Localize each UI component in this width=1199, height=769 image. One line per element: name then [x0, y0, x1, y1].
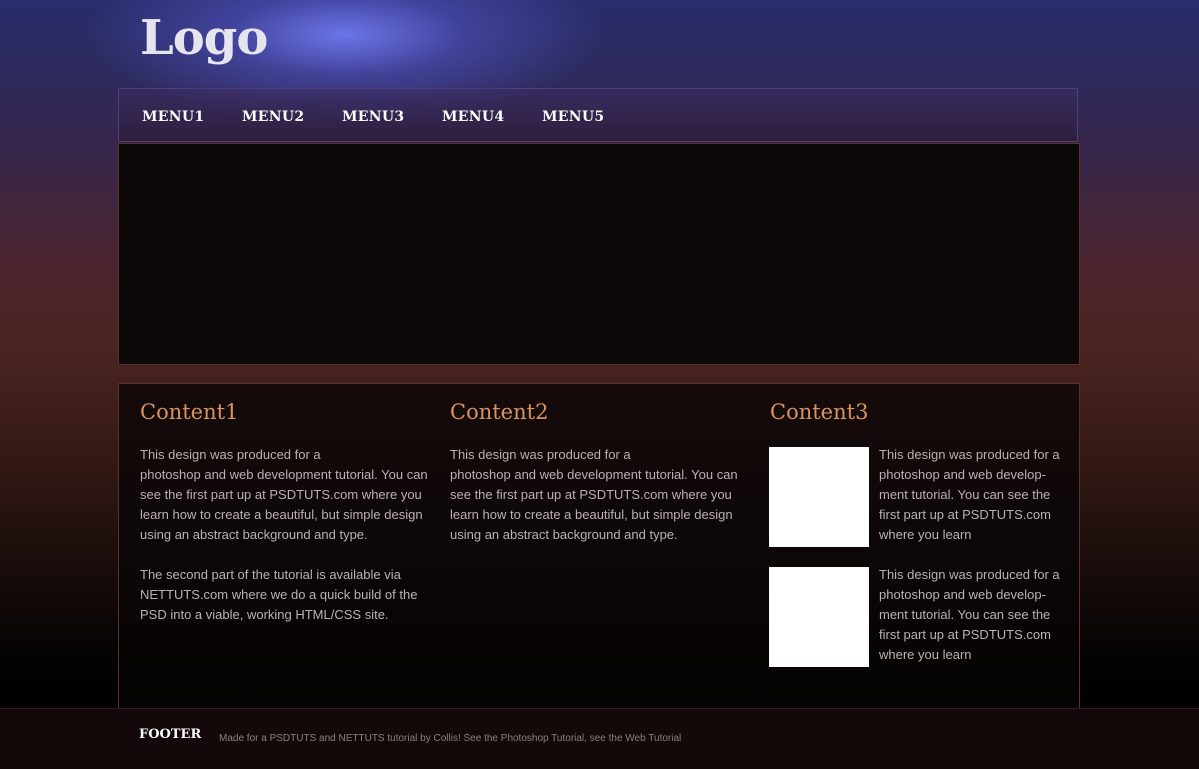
nav-item-menu3[interactable]: MENU3 — [342, 109, 404, 125]
nav-item-menu1[interactable]: MENU1 — [142, 109, 204, 125]
feature-banner — [118, 143, 1080, 365]
content1-heading: Content1 — [140, 400, 239, 424]
main-navigation: MENU1 MENU2 MENU3 MENU4 MENU5 — [118, 88, 1078, 142]
content2-paragraph-1: This design was produced for a photoshop… — [450, 447, 738, 542]
content-section: Content1 This design was produced for a … — [118, 383, 1080, 713]
site-logo[interactable]: Logo — [140, 8, 268, 68]
site-footer: FOOTER Made for a PSDTUTS and NETTUTS tu… — [0, 708, 1199, 769]
nav-item-menu4[interactable]: MENU4 — [442, 109, 504, 125]
footer-credits: Made for a PSDTUTS and NETTUTS tutorial … — [219, 733, 682, 744]
content1-paragraph-2: The second part of the tutorial is avail… — [140, 567, 418, 622]
content3-item-2-text: This design was produced for a photoshop… — [879, 567, 1060, 662]
nav-item-menu2[interactable]: MENU2 — [242, 109, 304, 125]
content3-item-1-text: This design was produced for a photoshop… — [879, 447, 1060, 542]
content3-heading: Content3 — [770, 400, 869, 424]
nav-item-menu5[interactable]: MENU5 — [542, 109, 604, 125]
content2-heading: Content2 — [450, 400, 549, 424]
content3-thumbnail-1[interactable] — [769, 447, 869, 547]
footer-title: FOOTER — [139, 727, 202, 742]
content1-paragraph-1: This design was produced for a photoshop… — [140, 447, 428, 542]
content3-thumbnail-2[interactable] — [769, 567, 869, 667]
